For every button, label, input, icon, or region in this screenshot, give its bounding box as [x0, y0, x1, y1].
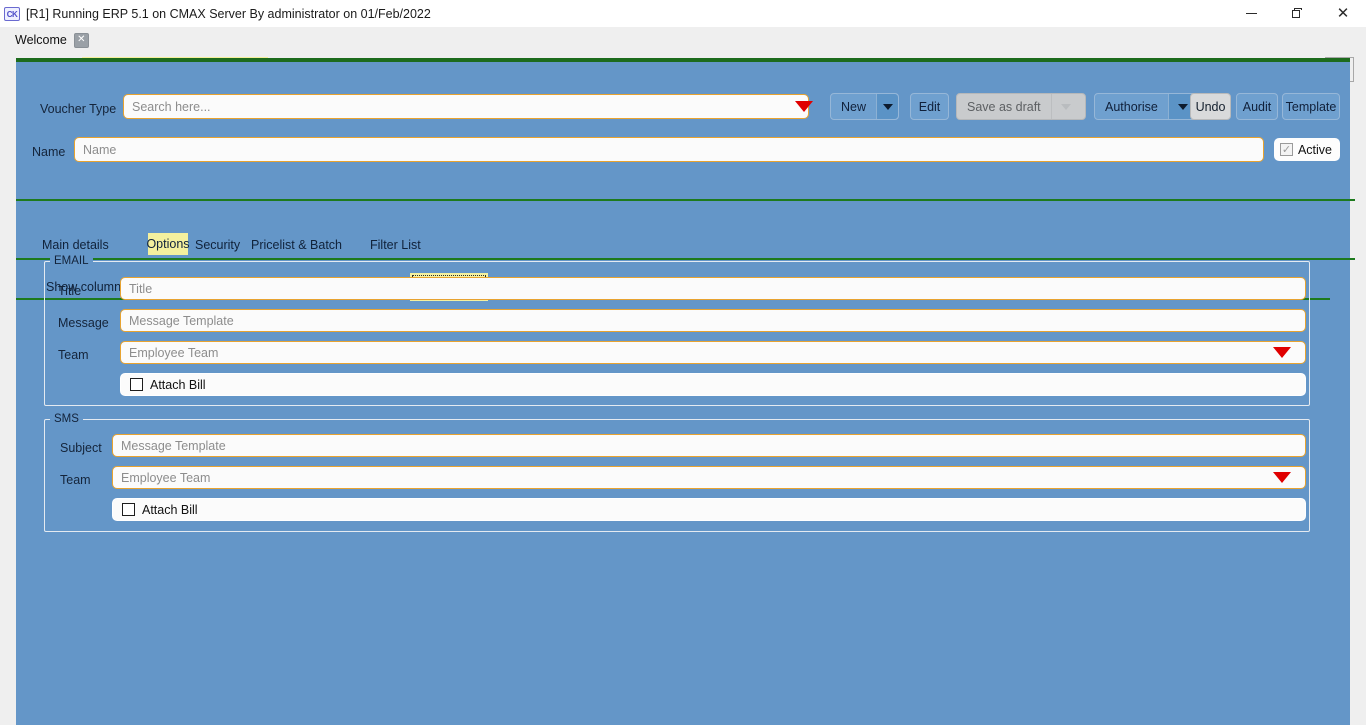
tab-options-label: Options	[146, 237, 189, 251]
rule-below-main-tabs	[16, 258, 1355, 260]
email-group-title: EMAIL	[50, 255, 93, 267]
close-icon: ✕	[1337, 6, 1350, 21]
name-input[interactable]: Name	[74, 137, 1264, 162]
edit-button[interactable]: Edit	[910, 93, 949, 120]
sms-attach-bill-label: Attach Bill	[142, 503, 198, 517]
tab-security-label: Security	[195, 238, 240, 252]
sms-subject-label: Subject	[60, 441, 102, 455]
tab-welcome-label: Welcome	[15, 33, 67, 47]
edit-button-label: Edit	[909, 100, 951, 114]
minimize-button[interactable]	[1228, 0, 1274, 27]
document-tabstrip: Welcome ✕ StockTransfer vouchertype ✕ +	[0, 27, 1366, 59]
email-message-label: Message	[58, 316, 109, 330]
audit-button[interactable]: Audit	[1236, 93, 1278, 120]
chevron-down-icon	[1061, 104, 1071, 110]
tab-main-details-label: Main details	[42, 238, 109, 252]
email-attach-bill-label: Attach Bill	[150, 378, 206, 392]
sms-team-input[interactable]: Employee Team	[112, 466, 1306, 489]
voucher-type-label: Voucher Type	[40, 102, 116, 116]
sms-group-title: SMS	[50, 413, 83, 425]
sms-attach-bill-checkbox[interactable]	[122, 503, 135, 516]
tab-welcome-close-icon[interactable]: ✕	[74, 33, 89, 48]
save-as-draft-dropdown-button	[1051, 94, 1081, 119]
window-title: [R1] Running ERP 5.1 on CMAX Server By a…	[26, 7, 431, 21]
app-logo-icon: CK	[4, 7, 20, 21]
minimize-icon	[1246, 13, 1257, 14]
tab-welcome[interactable]: Welcome ✕	[6, 27, 95, 53]
tab-pricelist-batch-label: Pricelist & Batch	[251, 238, 342, 252]
tab-main-details[interactable]: Main details	[38, 234, 113, 256]
active-label: Active	[1298, 143, 1332, 157]
name-label: Name	[32, 145, 65, 159]
chevron-down-icon	[883, 104, 893, 110]
email-team-input[interactable]: Employee Team	[120, 341, 1306, 364]
voucher-type-search-input[interactable]: Search here...	[123, 94, 809, 119]
active-checkbox[interactable]: ✓	[1280, 143, 1293, 156]
template-button[interactable]: Template	[1282, 93, 1340, 120]
sms-subject-input[interactable]: Message Template	[112, 434, 1306, 457]
window-titlebar: CK [R1] Running ERP 5.1 on CMAX Server B…	[0, 0, 1366, 27]
sms-team-dropdown-icon[interactable]	[1273, 472, 1291, 483]
email-message-input[interactable]: Message Template	[120, 309, 1306, 332]
voucher-type-form: Voucher Type Search here... New Edit Sav…	[16, 58, 1350, 725]
restore-icon	[1292, 8, 1303, 19]
active-toggle[interactable]: ✓ Active	[1274, 138, 1340, 161]
undo-button[interactable]: Undo	[1190, 93, 1231, 120]
close-button[interactable]: ✕	[1320, 0, 1366, 27]
authorise-button[interactable]: Authorise	[1094, 93, 1199, 120]
tab-filter-list-label: Filter List	[370, 238, 421, 252]
tab-pricelist-batch[interactable]: Pricelist & Batch	[247, 234, 346, 256]
tab-security[interactable]: Security	[191, 234, 244, 256]
save-as-draft-button: Save as draft	[956, 93, 1086, 120]
email-team-label: Team	[58, 348, 89, 362]
window-controls: ✕	[1228, 0, 1366, 27]
email-title-input[interactable]: Title	[120, 277, 1306, 300]
new-button[interactable]: New	[830, 93, 899, 120]
undo-button-label: Undo	[1186, 100, 1236, 114]
email-attach-bill-checkbox[interactable]	[130, 378, 143, 391]
new-dropdown-button[interactable]	[876, 94, 898, 119]
email-attach-bill-row[interactable]: Attach Bill	[120, 373, 1306, 396]
authorise-button-label: Authorise	[1095, 100, 1168, 114]
email-title-label: Title	[58, 284, 81, 298]
sms-team-label: Team	[60, 473, 91, 487]
restore-button[interactable]	[1274, 0, 1320, 27]
email-team-dropdown-icon[interactable]	[1273, 347, 1291, 358]
tab-filter-list[interactable]: Filter List	[366, 234, 425, 256]
save-as-draft-label: Save as draft	[957, 100, 1051, 114]
tab-options[interactable]: Options	[148, 233, 188, 255]
audit-button-label: Audit	[1233, 100, 1282, 114]
new-button-label: New	[831, 100, 876, 114]
voucher-type-dropdown-icon[interactable]	[795, 101, 813, 112]
sms-attach-bill-row[interactable]: Attach Bill	[112, 498, 1306, 521]
rule-above-main-tabs	[16, 199, 1355, 201]
template-button-label: Template	[1276, 100, 1347, 114]
